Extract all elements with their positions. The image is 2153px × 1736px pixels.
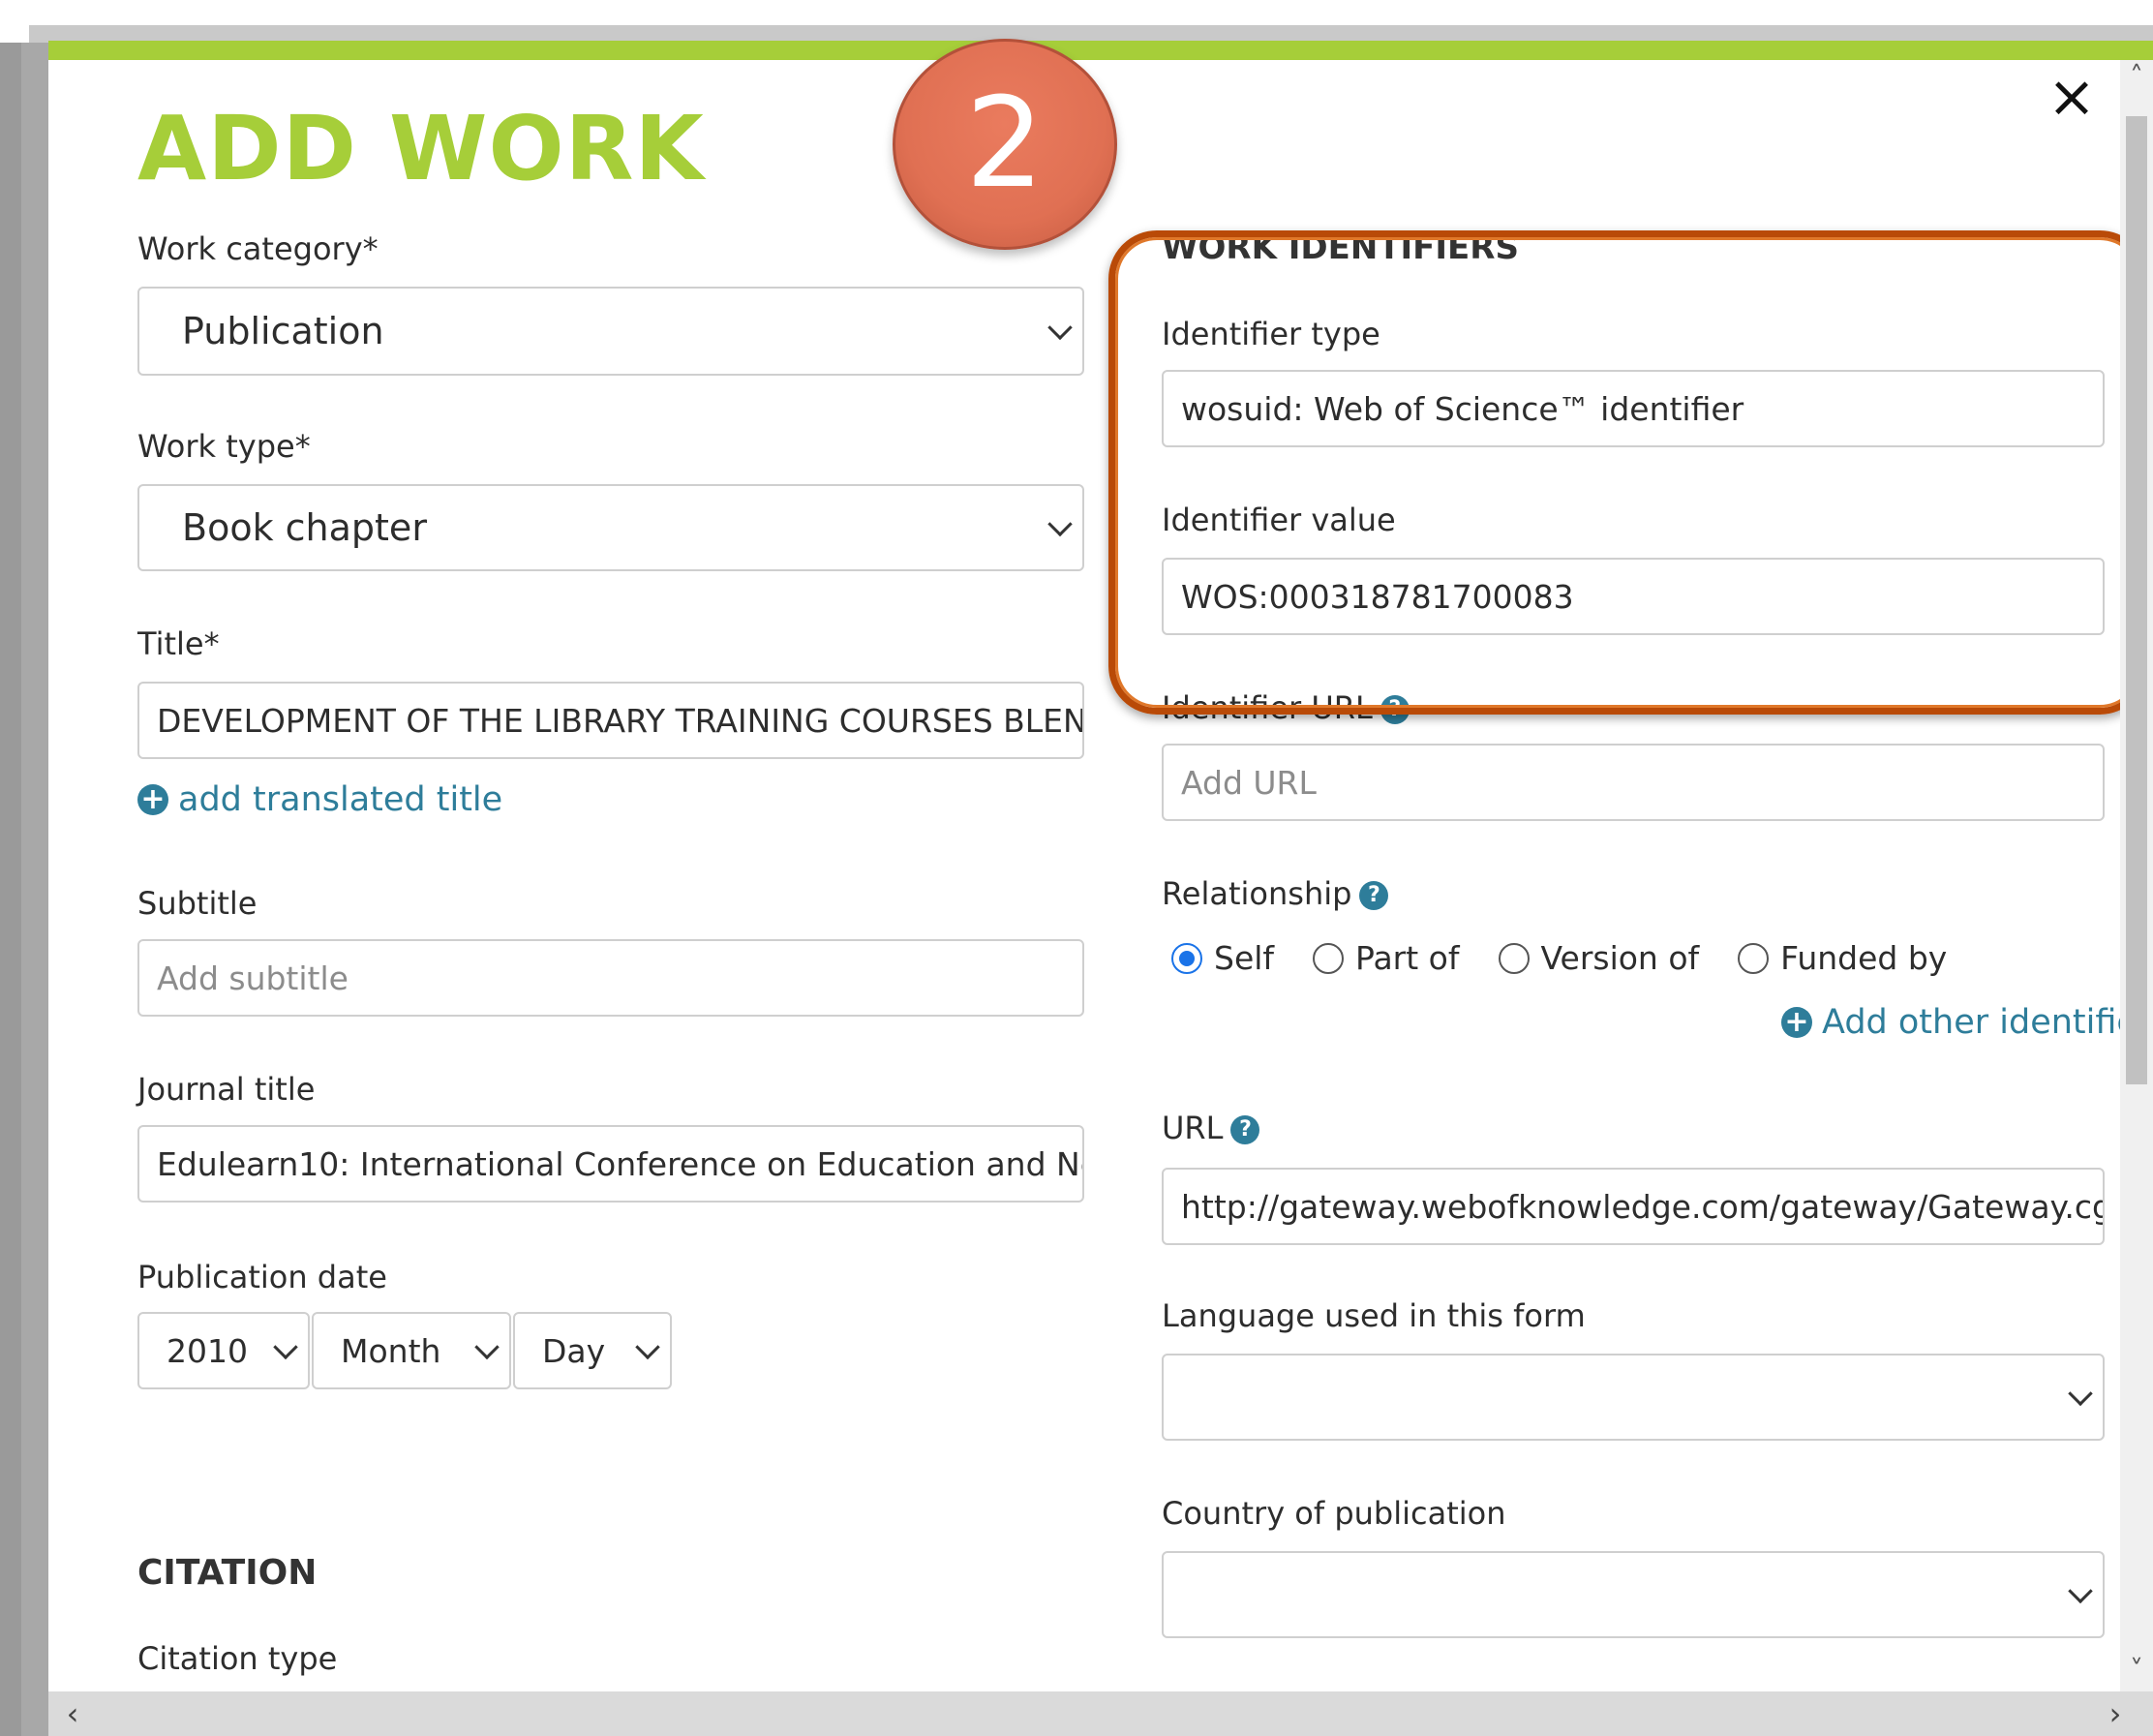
chevron-down-icon <box>273 1334 298 1360</box>
journal-title-label: Journal title <box>137 1071 316 1108</box>
step-number-badge: 2 <box>893 39 1117 250</box>
chevron-down-icon <box>2068 1381 2093 1407</box>
citation-type-label: Citation type <box>137 1640 338 1677</box>
relationship-radio-funded-by[interactable]: Funded by <box>1738 939 1947 977</box>
scroll-right-icon[interactable]: › <box>2091 1691 2139 1736</box>
relationship-radio-part-of[interactable]: Part of <box>1313 939 1460 977</box>
publication-day-value: Day <box>542 1331 606 1370</box>
title-input[interactable]: DEVELOPMENT OF THE LIBRARY TRAINING COUR… <box>137 682 1084 759</box>
chevron-down-icon <box>1047 511 1073 537</box>
identifier-type-label: Identifier type <box>1162 316 1380 352</box>
relationship-radio-self[interactable]: Self <box>1171 939 1274 977</box>
relationship-option-label: Version of <box>1540 939 1700 977</box>
country-select[interactable] <box>1162 1551 2105 1638</box>
plus-circle-icon: + <box>1781 1007 1812 1038</box>
scroll-left-icon[interactable]: ‹ <box>48 1691 97 1736</box>
chevron-down-icon <box>1047 315 1073 341</box>
journal-title-value: Edulearn10: International Conference on … <box>157 1144 1084 1183</box>
language-label: Language used in this form <box>1162 1297 1586 1334</box>
title-label: Title* <box>137 625 220 662</box>
add-translated-title-link[interactable]: + add translated title <box>137 780 502 819</box>
country-label: Country of publication <box>1162 1495 1506 1532</box>
url-input[interactable]: http://gateway.webofknowledge.com/gatewa… <box>1162 1168 2105 1245</box>
url-label-text: URL <box>1162 1110 1224 1146</box>
question-circle-icon[interactable]: ? <box>1359 881 1389 910</box>
question-circle-icon[interactable]: ? <box>1380 695 1410 724</box>
work-category-select[interactable]: Publication <box>137 287 1084 376</box>
radio-checked-icon <box>1171 942 1202 974</box>
relationship-option-label: Funded by <box>1780 939 1948 977</box>
radio-unchecked-icon <box>1738 942 1770 974</box>
relationship-label: Relationship? <box>1162 875 1389 912</box>
identifier-url-placeholder: Add URL <box>1181 763 1317 802</box>
identifier-url-label-text: Identifier URL <box>1162 689 1373 726</box>
subtitle-input[interactable]: Add subtitle <box>137 939 1084 1017</box>
publication-year-value: 2010 <box>167 1331 248 1370</box>
work-category-label: Work category* <box>137 230 379 267</box>
publication-day-select[interactable]: Day <box>513 1312 672 1389</box>
journal-title-input[interactable]: Edulearn10: International Conference on … <box>137 1125 1084 1203</box>
close-icon[interactable]: × <box>2043 68 2101 126</box>
identifier-url-label: Identifier URL? <box>1162 689 1410 726</box>
horizontal-scrollbar[interactable] <box>48 1691 2153 1736</box>
identifier-value-label: Identifier value <box>1162 502 1396 538</box>
work-category-value: Publication <box>182 310 384 352</box>
vertical-scrollbar-thumb[interactable] <box>2126 116 2147 1084</box>
radio-unchecked-icon <box>1498 942 1530 974</box>
language-select[interactable] <box>1162 1354 2105 1441</box>
work-type-select[interactable]: Book chapter <box>137 484 1084 571</box>
subtitle-label: Subtitle <box>137 885 258 922</box>
relationship-label-text: Relationship <box>1162 875 1352 912</box>
identifier-url-input[interactable]: Add URL <box>1162 744 2105 821</box>
publication-month-value: Month <box>341 1331 441 1370</box>
work-type-label: Work type* <box>137 428 311 465</box>
identifier-type-value: wosuid: Web of Science™ identifier <box>1181 389 1744 428</box>
relationship-radio-version-of[interactable]: Version of <box>1498 939 1700 977</box>
scroll-up-icon[interactable]: ˄ <box>2120 60 2153 99</box>
add-other-identifier-link[interactable]: + Add other identifier <box>1781 1003 2151 1042</box>
relationship-radio-group: Self Part of Version of Funded by <box>1171 939 1947 977</box>
modal-accent-bar <box>48 41 2153 60</box>
add-translated-title-label: add translated title <box>178 780 503 819</box>
identifier-value-text: WOS:000318781700083 <box>1181 577 1574 616</box>
publication-month-select[interactable]: Month <box>312 1312 511 1389</box>
question-circle-icon[interactable]: ? <box>1230 1115 1260 1144</box>
url-label: URL? <box>1162 1110 1260 1146</box>
relationship-option-label: Self <box>1214 939 1275 977</box>
url-value: http://gateway.webofknowledge.com/gatewa… <box>1181 1187 2105 1226</box>
add-other-identifier-label: Add other identifier <box>1822 1003 2152 1042</box>
subtitle-placeholder: Add subtitle <box>157 959 349 997</box>
identifier-value-input[interactable]: WOS:000318781700083 <box>1162 558 2105 635</box>
identifier-type-input[interactable]: wosuid: Web of Science™ identifier <box>1162 370 2105 447</box>
title-value: DEVELOPMENT OF THE LIBRARY TRAINING COUR… <box>157 701 1084 740</box>
window-frame-edge <box>21 21 48 1736</box>
page-title: ADD WORK <box>137 97 705 200</box>
publication-date-label: Publication date <box>137 1259 387 1295</box>
plus-circle-icon: + <box>137 784 168 815</box>
chevron-down-icon <box>635 1334 660 1360</box>
radio-unchecked-icon <box>1313 942 1345 974</box>
citation-heading: CITATION <box>137 1553 318 1593</box>
scroll-down-icon[interactable]: ˅ <box>2120 1654 2153 1692</box>
work-identifiers-heading: WORK IDENTIFIERS <box>1162 228 1519 267</box>
publication-year-select[interactable]: 2010 <box>137 1312 310 1389</box>
relationship-option-label: Part of <box>1355 939 1460 977</box>
chevron-down-icon <box>474 1334 500 1360</box>
chevron-down-icon <box>2068 1578 2093 1604</box>
work-type-value: Book chapter <box>182 506 427 549</box>
